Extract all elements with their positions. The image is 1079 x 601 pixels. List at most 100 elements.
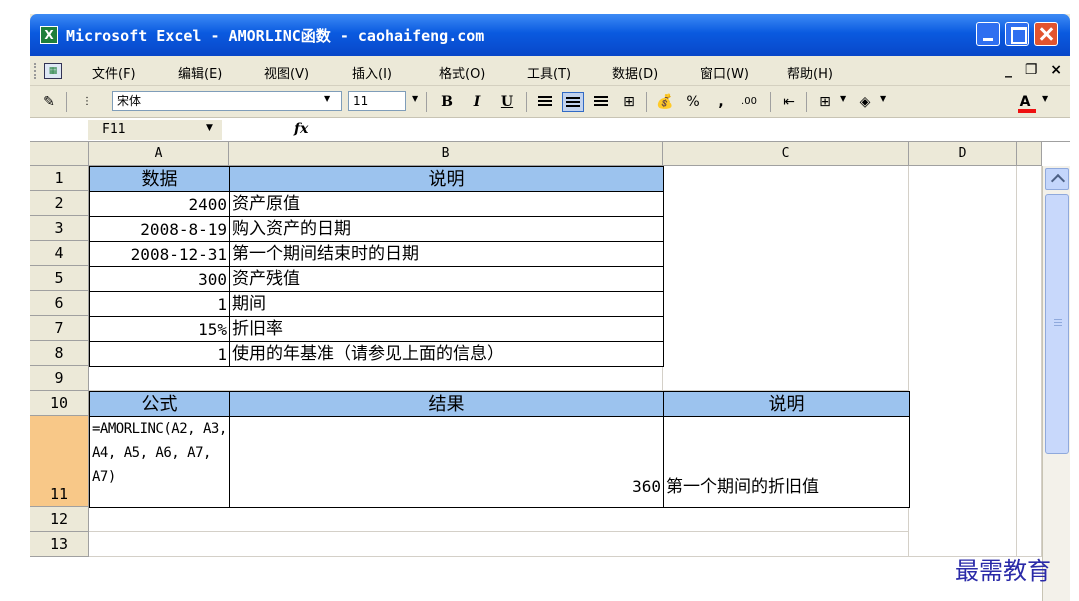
cell-b3[interactable]: 购入资产的日期 <box>229 216 664 242</box>
menu-tools[interactable]: 工具(T) <box>527 63 571 82</box>
comma-button[interactable]: , <box>710 92 732 112</box>
toolbar-grip-icon[interactable]: ⋮ <box>76 92 98 112</box>
cell-b11[interactable]: 360 <box>229 416 664 508</box>
column-header-b[interactable]: B <box>229 142 663 166</box>
cell-row-12[interactable] <box>89 507 909 532</box>
cell-a7[interactable]: 15% <box>89 316 230 342</box>
menu-file[interactable]: 文件(F) <box>92 63 136 82</box>
menu-format[interactable]: 格式(O) <box>439 63 485 82</box>
toolbar-options-icon[interactable]: ✎ <box>38 92 60 112</box>
document-window-controls[interactable]: _ ❐ × <box>1005 62 1062 78</box>
column-header-e[interactable] <box>1017 142 1042 166</box>
minimize-button[interactable] <box>976 22 1000 46</box>
font-size-dropdown-icon[interactable]: ▼ <box>412 94 418 103</box>
cell-row-13[interactable] <box>89 532 909 557</box>
row-header-11[interactable]: 11 <box>30 416 89 507</box>
menu-window[interactable]: 窗口(W) <box>700 63 749 82</box>
row-header-8[interactable]: 8 <box>30 341 89 366</box>
document-icon[interactable]: ▦ <box>44 63 62 79</box>
cell-row-9[interactable] <box>89 366 663 391</box>
scroll-up-button[interactable] <box>1045 168 1069 190</box>
scroll-thumb[interactable] <box>1045 194 1069 454</box>
cell-a5[interactable]: 300 <box>89 266 230 292</box>
cell-b6[interactable]: 期间 <box>229 291 664 317</box>
row-header-13[interactable]: 13 <box>30 532 89 557</box>
column-header-a[interactable]: A <box>89 142 229 166</box>
font-size-select[interactable]: 11 <box>348 91 406 111</box>
row-header-12[interactable]: 12 <box>30 507 89 532</box>
column-header-d[interactable]: D <box>909 142 1017 166</box>
cell-range-c1-c9[interactable] <box>663 166 909 391</box>
bold-button[interactable]: B <box>436 92 458 112</box>
italic-button[interactable]: I <box>466 92 488 112</box>
row-header-4[interactable]: 4 <box>30 241 89 266</box>
cell-a11[interactable]: =AMORLINC(A2, A3, A4, A5, A6, A7, A7) <box>89 416 230 508</box>
name-box[interactable]: F11 <box>88 120 222 140</box>
cell-b7[interactable]: 折旧率 <box>229 316 664 342</box>
row-header-2[interactable]: 2 <box>30 191 89 216</box>
row-header-5[interactable]: 5 <box>30 266 89 291</box>
excel-app-icon[interactable]: X <box>40 26 58 44</box>
fill-color-icon[interactable]: ◈ <box>854 92 876 112</box>
cell-a2[interactable]: 2400 <box>89 191 230 217</box>
select-all-corner[interactable] <box>30 142 89 166</box>
row-header-9[interactable]: 9 <box>30 366 89 391</box>
row-header-7[interactable]: 7 <box>30 316 89 341</box>
borders-dropdown-icon[interactable]: ▼ <box>840 94 846 103</box>
cell-c11[interactable]: 第一个期间的折旧值 <box>663 416 910 508</box>
font-color-dropdown-icon[interactable]: ▼ <box>1042 94 1048 103</box>
column-header-c[interactable]: C <box>663 142 909 166</box>
cell-a8[interactable]: 1 <box>89 341 230 367</box>
cell-b2[interactable]: 资产原值 <box>229 191 664 217</box>
window-title: Microsoft Excel - AMORLINC函数 - caohaifen… <box>66 27 485 45</box>
cell-a4[interactable]: 2008-12-31 <box>89 241 230 267</box>
name-box-dropdown-icon[interactable]: ▼ <box>206 123 213 133</box>
row-header-10[interactable]: 10 <box>30 391 89 416</box>
menu-insert[interactable]: 插入(I) <box>352 63 392 82</box>
menu-help[interactable]: 帮助(H) <box>787 63 833 82</box>
decrease-indent-button[interactable]: ⇤ <box>778 92 800 112</box>
fill-color-dropdown-icon[interactable]: ▼ <box>880 94 886 103</box>
increase-decimal-button[interactable]: .00 <box>738 92 760 112</box>
menu-grip[interactable] <box>34 63 37 79</box>
vertical-scrollbar[interactable] <box>1042 166 1070 601</box>
title-bar[interactable]: X Microsoft Excel - AMORLINC函数 - caohaif… <box>30 14 1070 56</box>
align-center-icon <box>566 97 580 109</box>
row-header-1[interactable]: 1 <box>30 166 89 191</box>
insert-function-icon[interactable]: fx <box>294 121 308 137</box>
cell-a10[interactable]: 公式 <box>89 391 230 417</box>
font-color-swatch <box>1018 109 1036 113</box>
percent-button[interactable]: % <box>682 92 704 112</box>
borders-button[interactable]: ⊞ <box>814 92 836 112</box>
cell-a3[interactable]: 2008-8-19 <box>89 216 230 242</box>
row-header-3[interactable]: 3 <box>30 216 89 241</box>
cell-b1[interactable]: 说明 <box>229 166 664 192</box>
cell-a6[interactable]: 1 <box>89 291 230 317</box>
cell-b4[interactable]: 第一个期间结束时的日期 <box>229 241 664 267</box>
cell-a1[interactable]: 数据 <box>89 166 230 192</box>
menu-view[interactable]: 视图(V) <box>264 63 309 82</box>
cell-b10[interactable]: 结果 <box>229 391 664 417</box>
maximize-button[interactable] <box>1005 22 1029 46</box>
cell-b5[interactable]: 资产残值 <box>229 266 664 292</box>
align-left-icon <box>538 96 552 108</box>
close-button[interactable] <box>1034 22 1058 46</box>
cell-c10[interactable]: 说明 <box>663 391 910 417</box>
menu-data[interactable]: 数据(D) <box>612 63 658 82</box>
cell-range-e1-e13[interactable] <box>1017 166 1042 557</box>
merge-center-button[interactable]: ⊞ <box>618 92 640 112</box>
cell-range-d1-d13[interactable] <box>909 166 1017 557</box>
font-name-dropdown-icon[interactable]: ▼ <box>324 94 330 103</box>
menu-edit[interactable]: 编辑(E) <box>178 63 222 82</box>
align-center-button[interactable] <box>562 92 584 112</box>
row-header-6[interactable]: 6 <box>30 291 89 316</box>
watermark-text: 最需教育 <box>955 557 1051 585</box>
currency-button[interactable]: 💰 <box>654 92 676 112</box>
align-right-button[interactable] <box>590 92 612 112</box>
underline-button[interactable]: U <box>496 92 518 112</box>
align-right-icon <box>594 96 608 108</box>
align-left-button[interactable] <box>534 92 556 112</box>
cell-b8[interactable]: 使用的年基准（请参见上面的信息） <box>229 341 664 367</box>
toolbar-separator <box>806 92 807 112</box>
font-name-select[interactable]: 宋体 <box>112 91 342 111</box>
